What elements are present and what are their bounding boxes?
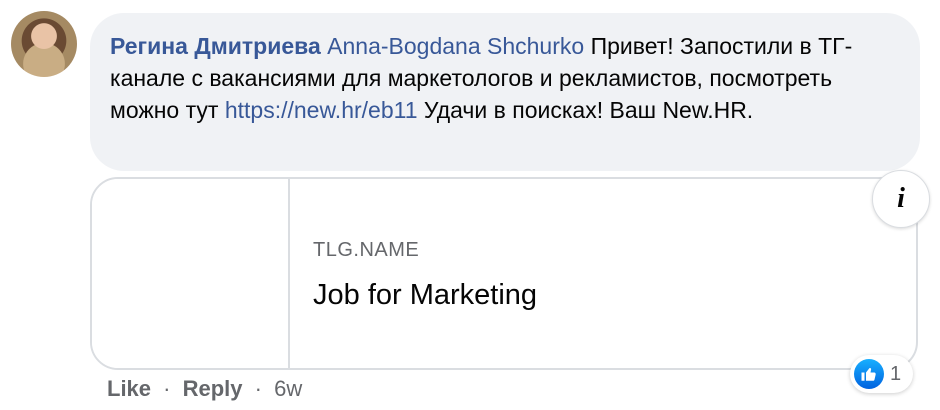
separator-dot: · xyxy=(254,376,262,401)
comment-bubble: Регина Дмитриева Anna-Bogdana Shchurko П… xyxy=(90,13,920,171)
comment-timestamp[interactable]: 6w xyxy=(274,376,302,402)
info-button[interactable]: i xyxy=(872,170,930,228)
like-button[interactable]: Like xyxy=(107,376,151,402)
comment-author[interactable]: Регина Дмитриева xyxy=(110,33,321,59)
separator-dot: · xyxy=(163,376,171,401)
link-preview-card[interactable]: TLG.NAME Job for Marketing xyxy=(90,177,918,370)
like-icon xyxy=(854,359,884,389)
comment-text-part2: Удачи в поисках! Ваш New.HR. xyxy=(417,97,754,123)
comment-actions: Like · Reply · 6w xyxy=(107,376,302,402)
reaction-count: 1 xyxy=(890,362,902,385)
reactions-badge[interactable]: 1 xyxy=(850,355,914,393)
avatar[interactable] xyxy=(11,11,77,77)
link-preview-domain: TLG.NAME xyxy=(313,239,420,261)
reply-button[interactable]: Reply xyxy=(183,376,243,402)
link-preview-thumbnail[interactable] xyxy=(92,179,290,368)
link-preview-title[interactable]: Job for Marketing xyxy=(313,279,537,312)
comment-link[interactable]: https://new.hr/eb11 xyxy=(225,97,418,123)
info-icon: i xyxy=(897,183,905,214)
mention-tag[interactable]: Anna-Bogdana Shchurko xyxy=(327,33,584,59)
